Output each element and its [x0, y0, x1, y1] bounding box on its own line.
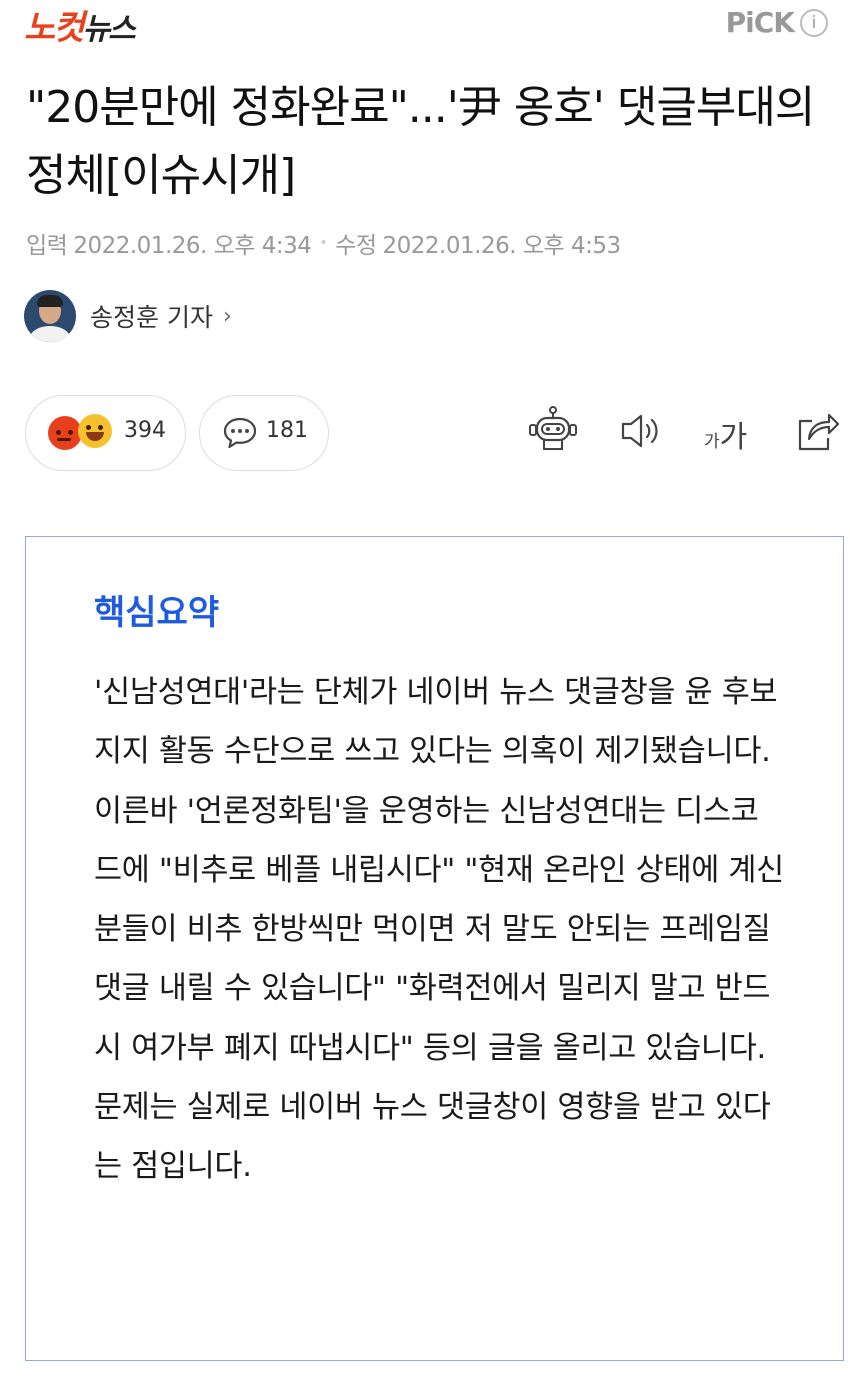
top-bar: 노컷뉴스 PiCK i	[0, 0, 850, 60]
comment-count: 181	[266, 418, 308, 443]
summary-heading: 핵심요약	[94, 593, 220, 633]
robot-summary-icon[interactable]	[528, 405, 578, 457]
input-label: 입력	[26, 233, 68, 259]
input-date: 2022.01.26. 오후 4:34	[73, 233, 312, 259]
angry-emoji-icon	[48, 416, 82, 450]
reporter-avatar	[24, 290, 76, 342]
font-size-large-label: 가	[719, 420, 748, 455]
article-title: "20분만에 정화완료"...'尹 옹호' 댓글부대의 정체[이슈시개]	[26, 82, 815, 201]
edit-label: 수정	[335, 233, 377, 259]
pick-label: PiCK	[725, 6, 795, 39]
logo-part-1: 노컷	[24, 8, 85, 48]
reporter-name: 송정훈 기자	[90, 303, 213, 332]
edit-date: 2022.01.26. 오후 4:53	[382, 233, 622, 259]
font-size-icon[interactable]: 가가	[704, 412, 747, 456]
share-icon[interactable]	[796, 405, 840, 457]
article-dates: 입력 2022.01.26. 오후 4:34 • 수정 2022.01.26. …	[26, 226, 621, 260]
reaction-button[interactable]: 394	[25, 395, 186, 471]
key-summary-box: 핵심요약 '신남성연대'라는 단체가 네이버 뉴스 댓글창을 윤 후보 지지 활…	[25, 536, 844, 1361]
laugh-emoji-icon	[78, 414, 112, 448]
comment-icon	[223, 417, 257, 449]
reporter-link[interactable]: 송정훈 기자 ›	[24, 290, 232, 342]
date-separator: •	[319, 235, 328, 251]
info-icon[interactable]: i	[800, 8, 828, 37]
logo-part-2: 뉴스	[82, 12, 136, 47]
pick-badge[interactable]: PiCK i	[726, 6, 828, 39]
reaction-count: 394	[124, 418, 166, 443]
chevron-right-icon: ›	[222, 303, 232, 329]
comment-button[interactable]: 181	[199, 395, 329, 471]
nocut-news-logo[interactable]: 노컷뉴스	[24, 0, 136, 49]
summary-body: '신남성연대'라는 단체가 네이버 뉴스 댓글창을 윤 후보 지지 활동 수단으…	[94, 675, 784, 1185]
font-size-small-label: 가	[704, 432, 720, 452]
speaker-icon[interactable]	[620, 405, 662, 457]
